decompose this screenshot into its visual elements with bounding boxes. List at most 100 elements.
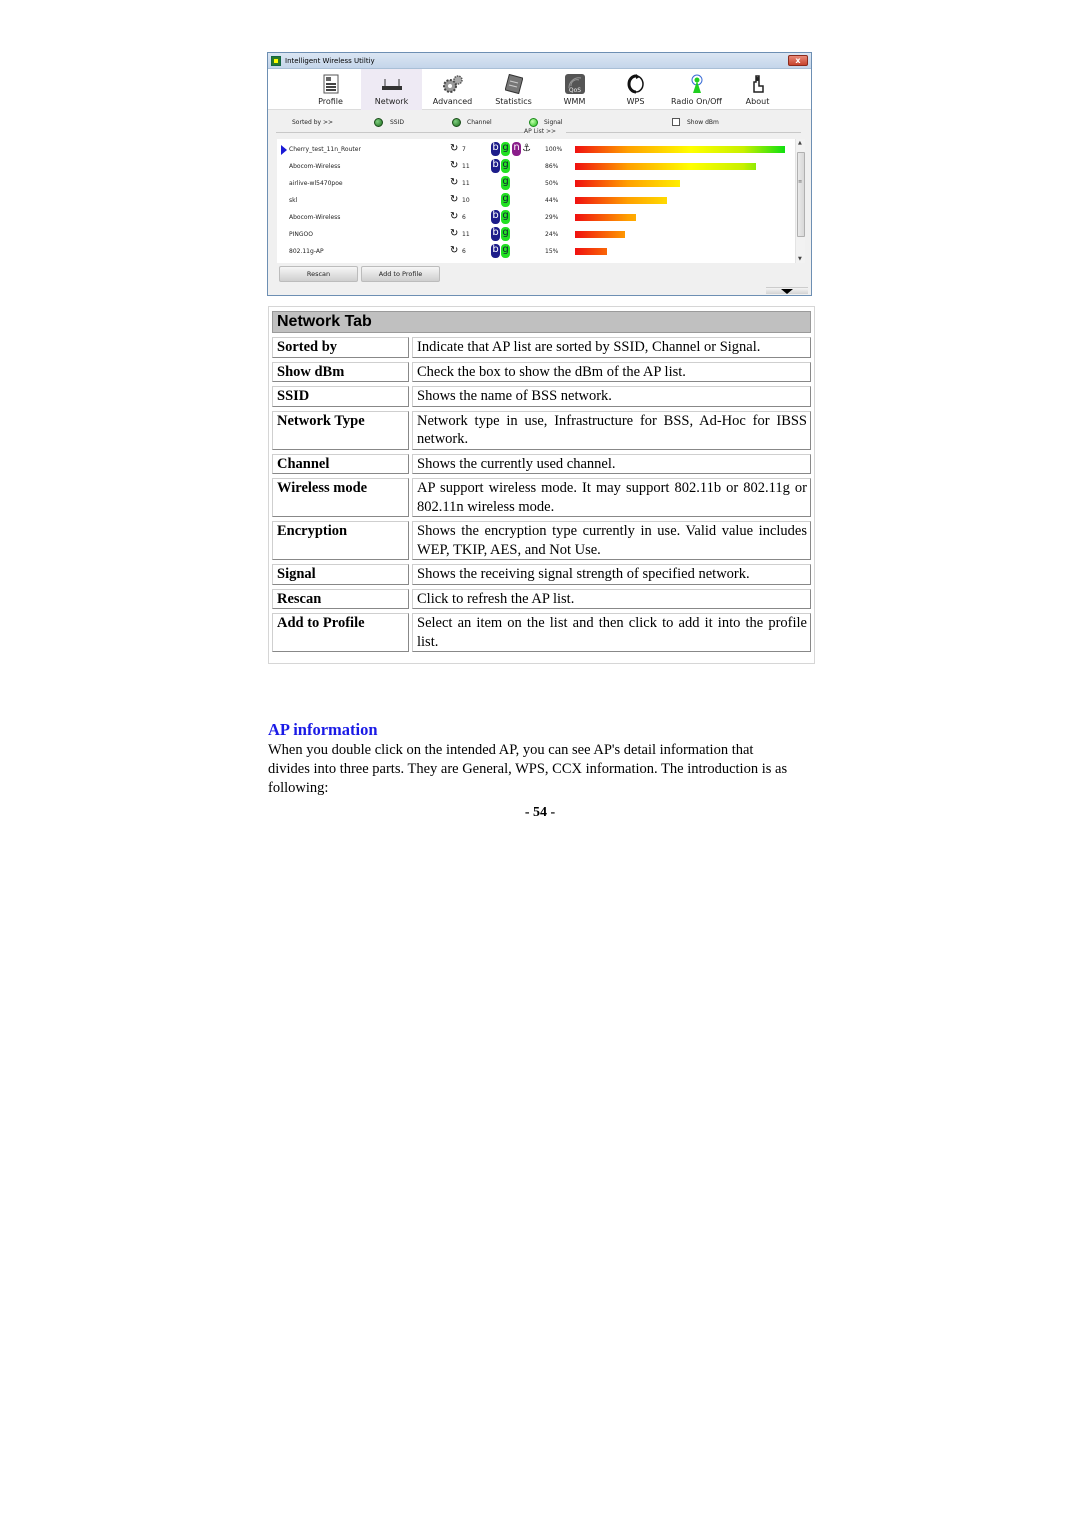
table-row: Encryption Shows the encryption type curr… — [272, 521, 811, 560]
table-row: SSID Shows the name of BSS network. — [272, 386, 811, 407]
term-cell: Add to Profile — [272, 613, 409, 652]
ap-ssid: skl — [289, 197, 298, 204]
ap-list: ▲ ≡ ▼ Cherry_test_11n_Router ↻ 7 b g n ⚓ 100% Ab… — [277, 139, 805, 263]
ap-channel: 11 — [462, 180, 470, 187]
rescan-button[interactable]: Rescan — [279, 266, 358, 282]
add-to-profile-button[interactable]: Add to Profile — [361, 266, 440, 282]
svg-text:QoS: QoS — [568, 87, 580, 94]
table-row: Channel Shows the currently used channel. — [272, 453, 811, 474]
ap-ssid: airlive-wl5470poe — [289, 180, 343, 187]
channel-icon: ↻ — [450, 160, 459, 171]
sort-signal-radio[interactable] — [529, 118, 538, 127]
show-dbm-checkbox[interactable] — [672, 118, 680, 126]
close-button[interactable]: x — [788, 55, 808, 66]
description-cell: Shows the currently used channel. — [412, 453, 811, 474]
ap-ssid: Cherry_test_11n_Router — [289, 146, 361, 153]
ap-channel: 6 — [462, 248, 466, 255]
sort-ssid-radio[interactable] — [374, 118, 383, 127]
description-cell: Shows the name of BSS network. — [412, 386, 811, 407]
ap-list-row[interactable]: Cherry_test_11n_Router ↻ 7 b g n ⚓ 100% — [277, 141, 797, 158]
sort-bar: Sorted by >> SSID Channel Signal Show dB… — [268, 110, 811, 137]
ap-signal-percent: 50% — [545, 180, 559, 187]
channel-icon: ↻ — [450, 143, 459, 154]
ap-list-row[interactable]: Abocom-Wireless ↻ 6 b g 29% — [277, 209, 797, 226]
table-row: Network Type Network type in use, Infrast… — [272, 410, 811, 450]
mode-badge-g: g — [501, 244, 510, 258]
router-icon — [381, 74, 403, 94]
tab-wmm[interactable]: QoS WMM — [544, 69, 605, 110]
ap-list-row[interactable]: airlive-wl5470poe ↻ 11 g 50% — [277, 175, 797, 192]
description-cell: AP support wireless mode. It may support… — [412, 478, 811, 517]
tab-network[interactable]: Network — [361, 69, 422, 110]
signal-bar — [575, 231, 625, 238]
about-icon — [747, 74, 769, 94]
encryption-icon: ⚓ — [522, 143, 531, 154]
expand-arrow-button[interactable] — [766, 287, 808, 294]
term-cell: Network Type — [272, 410, 409, 450]
mode-badge-g: g — [501, 176, 510, 190]
ap-signal-percent: 44% — [545, 197, 559, 204]
channel-icon: ↻ — [450, 211, 459, 222]
mode-badge-b: b — [491, 159, 500, 173]
gears-icon — [442, 74, 464, 94]
tab-statistics[interactable]: Statistics — [483, 69, 544, 110]
ap-ssid: PINGOO — [289, 231, 313, 238]
title-bar: Intelligent Wireless Utiltiy x — [268, 53, 811, 69]
window-title: Intelligent Wireless Utiltiy — [285, 56, 375, 65]
term-cell: Signal — [272, 564, 409, 585]
table-row: Sorted by Indicate that AP list are sorte… — [272, 337, 811, 358]
table-row: Add to Profile Select an item on the list… — [272, 613, 811, 652]
ap-channel: 10 — [462, 197, 470, 204]
tab-advanced[interactable]: Advanced — [422, 69, 483, 110]
channel-icon: ↻ — [450, 194, 459, 205]
section-heading: AP information — [268, 720, 378, 739]
description-cell: Select an item on the list and then clic… — [412, 613, 811, 652]
ap-ssid: Abocom-Wireless — [289, 214, 341, 221]
sort-channel-radio[interactable] — [452, 118, 461, 127]
divider — [566, 132, 801, 133]
ap-list-row[interactable]: 802.11g-AP ↻ 6 b g 15% — [277, 243, 797, 260]
description-cell: Indicate that AP list are sorted by SSID… — [412, 337, 811, 358]
tab-radio-on-off[interactable]: Radio On/Off — [666, 69, 727, 110]
ap-list-label: AP List >> — [524, 128, 557, 135]
ap-signal-percent: 29% — [545, 214, 559, 221]
tab-about[interactable]: About — [727, 69, 788, 110]
term-cell: Encryption — [272, 521, 409, 560]
term-cell: Show dBm — [272, 361, 409, 382]
tab-wps[interactable]: WPS — [605, 69, 666, 110]
mode-badge-g: g — [501, 159, 510, 173]
tab-profile[interactable]: Profile — [300, 69, 361, 110]
ap-signal-percent: 86% — [545, 163, 559, 170]
signal-bar — [575, 146, 785, 153]
network-tab-table: Network Tab Sorted by Indicate that AP li… — [268, 306, 815, 664]
ap-list-row[interactable]: skl ↻ 10 g 44% — [277, 192, 797, 209]
channel-icon: ↻ — [450, 228, 459, 239]
description-cell: Shows the encryption type currently in u… — [412, 521, 811, 560]
scroll-up-icon[interactable]: ▲ — [798, 140, 802, 146]
signal-bar — [575, 214, 636, 221]
table-title: Network Tab — [272, 311, 811, 333]
ap-ssid: Abocom-Wireless — [289, 163, 341, 170]
table-row: Rescan Click to refresh the AP list. — [272, 588, 811, 609]
scrollbar-thumb[interactable] — [797, 152, 805, 237]
grip-icon: ≡ — [798, 179, 803, 185]
mode-badge-n: n — [512, 142, 521, 156]
mode-badge-g: g — [501, 227, 510, 241]
ap-list-row[interactable]: Abocom-Wireless ↻ 11 b g 86% — [277, 158, 797, 175]
sort-signal-label: Signal — [544, 119, 563, 126]
mode-badge-b: b — [491, 227, 500, 241]
description-cell: Click to refresh the AP list. — [412, 588, 811, 609]
signal-bar — [575, 163, 756, 170]
ap-list-row[interactable]: PINGOO ↻ 11 b g 24% — [277, 226, 797, 243]
mode-badge-b: b — [491, 244, 500, 258]
table-row: Wireless mode AP support wireless mode. I… — [272, 478, 811, 517]
table-row: Show dBm Check the box to show the dBm of… — [272, 361, 811, 382]
wireless-utility-window: Intelligent Wireless Utiltiy x Profile N… — [267, 52, 812, 296]
mode-badge-g: g — [501, 193, 510, 207]
section-paragraph: When you double click on the intended AP… — [268, 742, 788, 796]
scroll-down-icon[interactable]: ▼ — [798, 256, 802, 262]
term-cell: Sorted by — [272, 337, 409, 358]
mode-badge-g: g — [501, 210, 510, 224]
wps-icon — [625, 74, 647, 94]
statistics-icon — [503, 74, 525, 94]
